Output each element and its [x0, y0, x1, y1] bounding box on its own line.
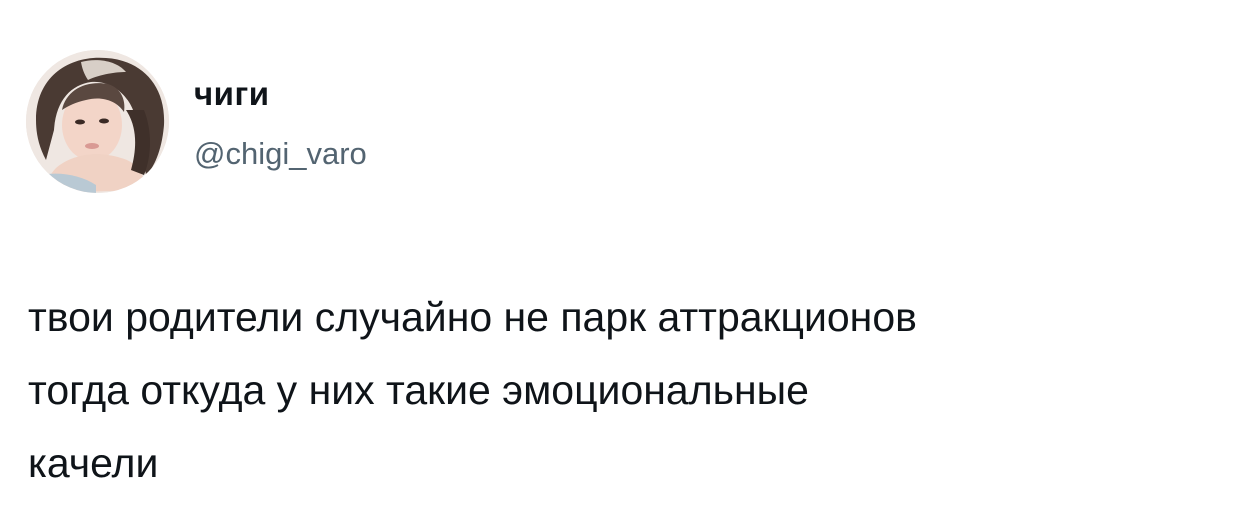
tweet-card: чиги @chigi_varo твои родители случайно …	[0, 0, 1251, 529]
tweet-text-line: качели	[28, 440, 159, 486]
tweet-text-line: тогда откуда у них такие эмоциональные	[28, 367, 809, 413]
tweet-text-line: твои родители случайно не парк аттракцио…	[28, 294, 917, 340]
tweet-text: твои родители случайно не парк аттракцио…	[28, 281, 1238, 500]
profile-photo-icon	[26, 50, 169, 193]
user-handle[interactable]: @chigi_varo	[194, 134, 367, 174]
display-name[interactable]: чиги	[194, 74, 269, 114]
avatar[interactable]	[26, 50, 169, 193]
